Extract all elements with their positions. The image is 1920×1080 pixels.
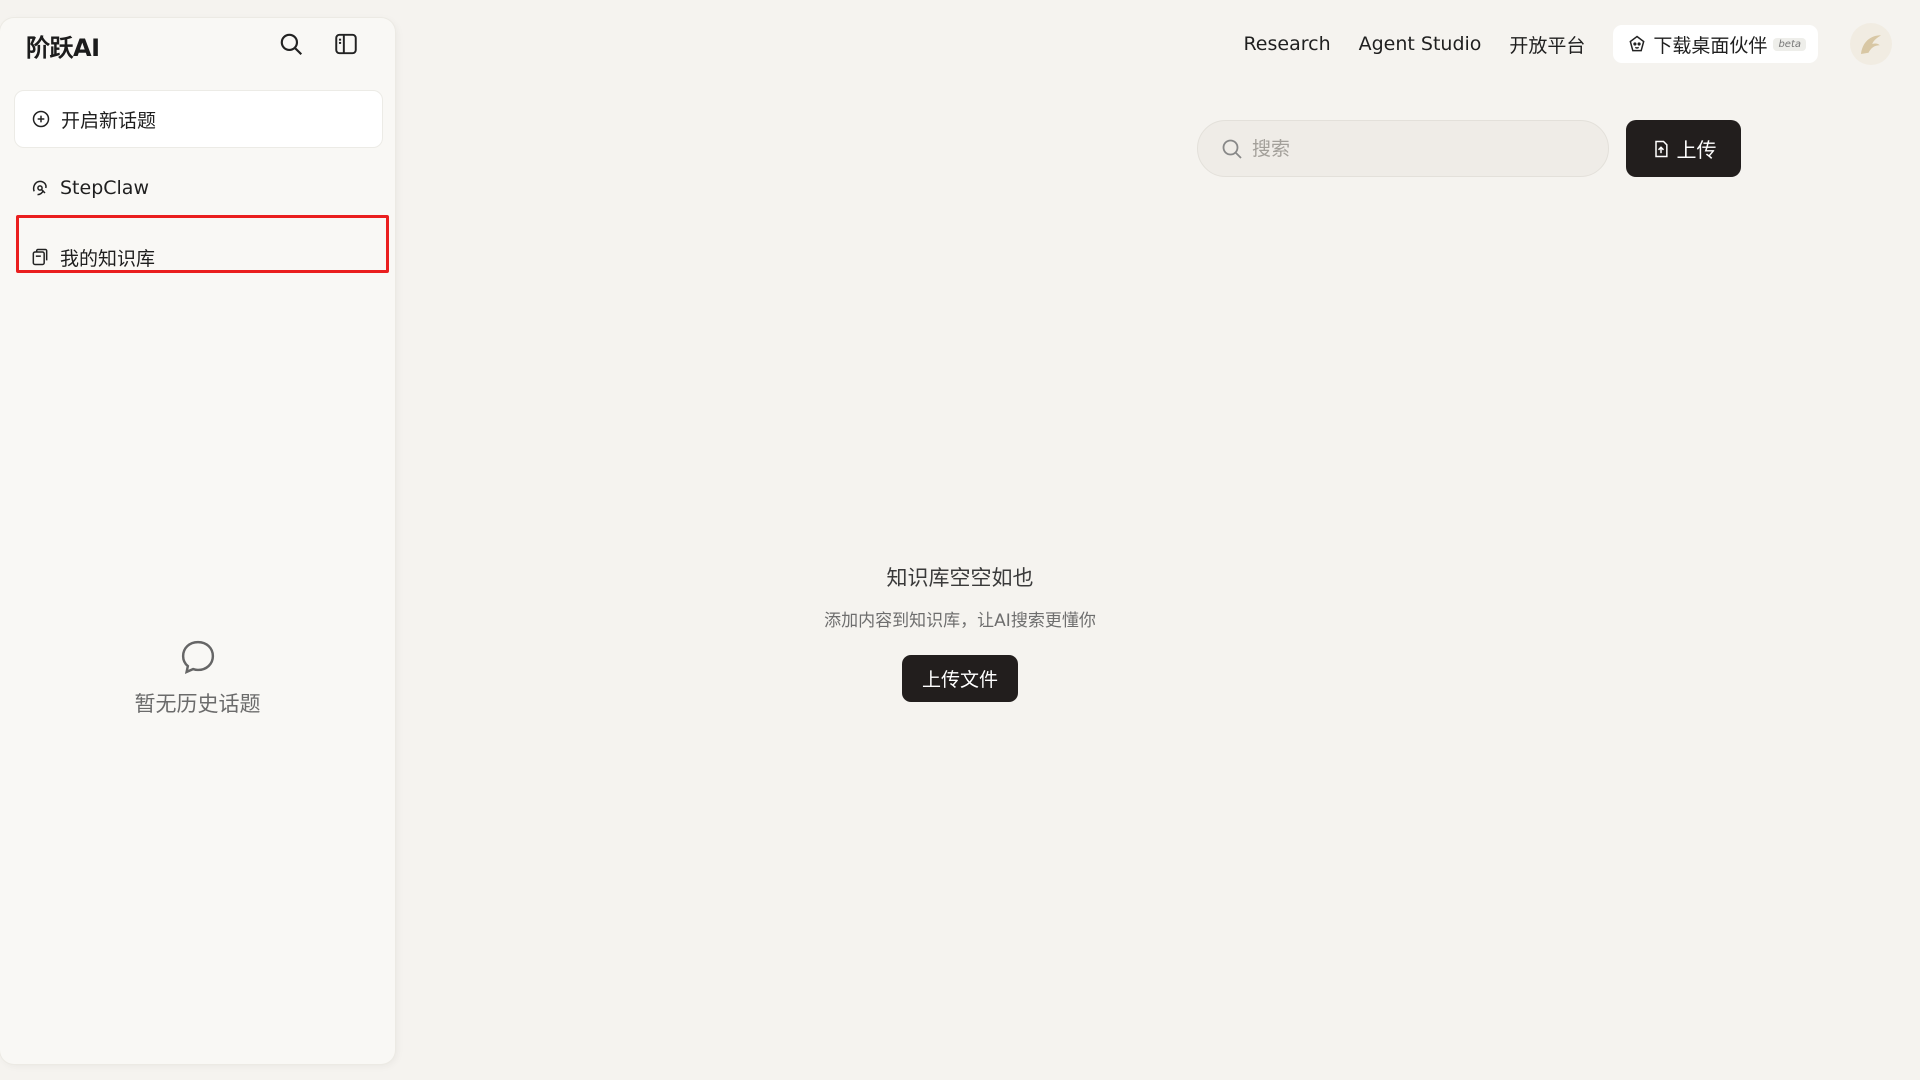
user-avatar-icon — [1861, 35, 1881, 54]
nav-link-research[interactable]: Research — [1243, 33, 1330, 55]
search-icon — [1222, 139, 1242, 159]
download-label: 下载桌面伙伴 — [1653, 34, 1768, 57]
sidebar-header: 阶跃AI — [0, 18, 395, 68]
avatar[interactable] — [1850, 23, 1892, 65]
upload-label: 上传 — [1676, 138, 1717, 162]
search-icon[interactable] — [275, 28, 307, 60]
sidebar-item-label: StepClaw — [60, 177, 149, 199]
upload-file-icon — [1654, 140, 1668, 157]
sidebar-item-knowledge-base[interactable]: 我的知识库 — [14, 228, 383, 286]
nav-link-open-platform[interactable]: 开放平台 — [1509, 31, 1585, 58]
sidebar-item-stepclaw[interactable]: StepClaw — [14, 159, 383, 217]
knowledge-base-icon — [32, 248, 48, 266]
sidebar-toggle-icon[interactable] — [330, 28, 362, 60]
empty-state-subtitle: 添加内容到知识库，让AI搜索更懂你 — [824, 611, 1096, 631]
search-input[interactable] — [1252, 137, 1592, 160]
sidebar-item-label: 开启新话题 — [61, 109, 157, 132]
empty-state-title: 知识库空空如也 — [886, 566, 1034, 590]
download-desktop-button[interactable]: 下载桌面伙伴 beta — [1613, 25, 1818, 63]
brand-logo[interactable]: 阶跃AI — [26, 28, 100, 63]
app-root: 阶跃AI 开启新话题 StepClaw 我的知识库 暂无历史话题 Researc… — [0, 0, 1920, 1080]
sidebar: 阶跃AI 开启新话题 StepClaw 我的知识库 暂无历史话题 — [0, 18, 395, 1064]
nav-link-agent-studio[interactable]: Agent Studio — [1359, 33, 1482, 55]
top-nav: Research Agent Studio 开放平台 下载桌面伙伴 beta — [1243, 23, 1920, 65]
chat-bubble-icon — [181, 640, 214, 674]
empty-history-text: 暂无历史话题 — [134, 692, 261, 716]
upload-button[interactable]: 上传 — [1626, 120, 1741, 177]
upload-file-button[interactable]: 上传文件 — [901, 655, 1018, 702]
desktop-companion-icon — [1629, 35, 1645, 52]
plus-circle-icon — [32, 110, 50, 128]
empty-history: 暂无历史话题 — [0, 636, 395, 718]
search-bar — [1197, 120, 1609, 177]
claw-icon — [32, 180, 47, 196]
sidebar-item-new-topic[interactable]: 开启新话题 — [14, 90, 383, 148]
empty-state: 知识库空空如也 添加内容到知识库，让AI搜索更懂你 上传文件 — [760, 562, 1160, 702]
beta-badge: beta — [1773, 37, 1806, 51]
sidebar-item-label: 我的知识库 — [60, 247, 156, 270]
